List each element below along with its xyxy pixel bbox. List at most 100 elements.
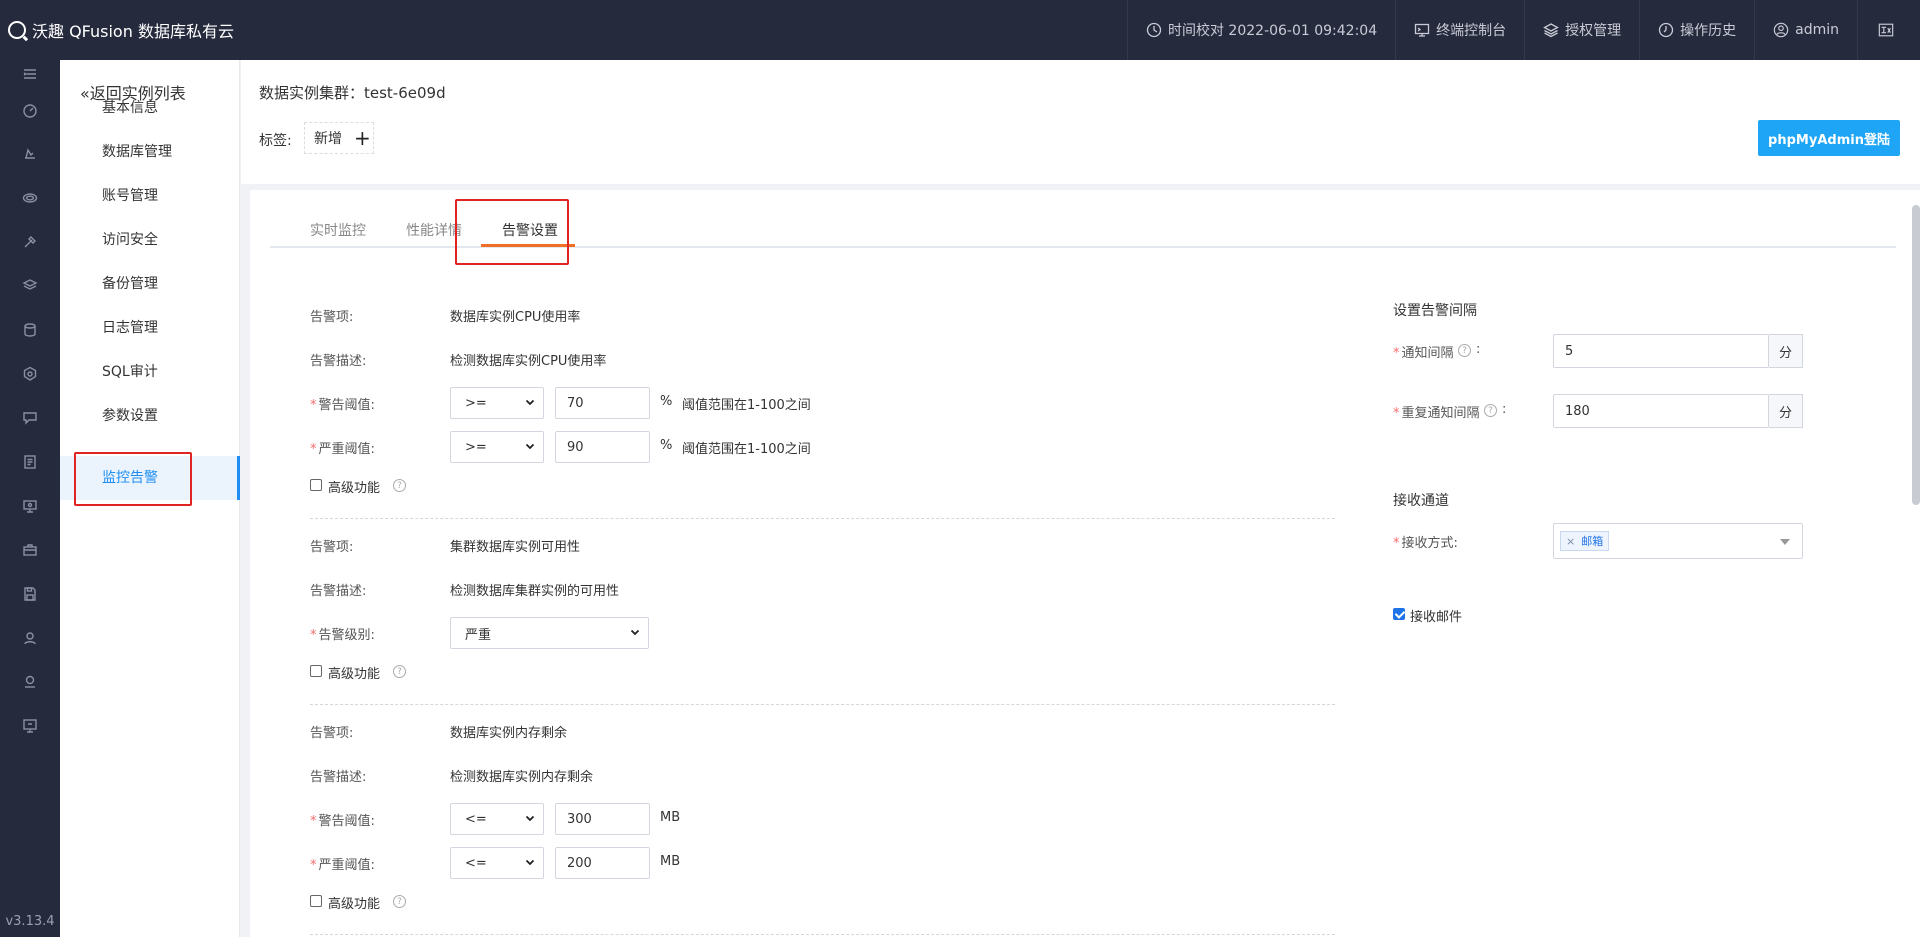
save-icon[interactable]	[0, 572, 60, 616]
crit-unit: MB	[660, 854, 681, 869]
highlight-box-monitor-alert	[74, 452, 192, 506]
notify-interval-unit: 分	[1769, 334, 1803, 368]
sidebar-item-access-security[interactable]: 访问安全	[60, 218, 240, 262]
operation-history-link[interactable]: 操作历史	[1639, 0, 1754, 60]
version-label: v3.13.4	[5, 914, 55, 929]
phpmyadmin-login-button[interactable]: phpMyAdmin登陆	[1758, 120, 1900, 156]
warn-threshold-input[interactable]: 70	[555, 387, 650, 419]
document-icon[interactable]	[0, 440, 60, 484]
alert-desc-value: 检测数据库实例CPU使用率	[450, 354, 607, 369]
notify-interval-input[interactable]: 5	[1553, 334, 1769, 368]
screen-icon[interactable]	[0, 704, 60, 748]
help-icon[interactable]: ?	[1458, 344, 1471, 357]
tab-realtime-monitor[interactable]: 实时监控	[310, 220, 366, 240]
sidebar-item-basic-info[interactable]: 基本信息	[60, 86, 240, 130]
crit-operator-select[interactable]: >=	[450, 431, 544, 463]
crit-operator-select[interactable]: <=	[450, 847, 544, 879]
repeat-interval-unit: 分	[1769, 394, 1803, 428]
alert-desc-label: 告警描述:	[310, 354, 367, 369]
add-tag-button[interactable]: 新增 +	[304, 122, 374, 154]
advanced-label: 高级功能	[328, 667, 381, 682]
chevron-down-icon	[525, 443, 535, 450]
sidebar-item-sql-audit[interactable]: SQL审计	[60, 350, 240, 394]
advanced-label: 高级功能	[328, 897, 381, 912]
help-icon[interactable]: ?	[393, 479, 406, 492]
alert-desc-value: 检测数据库实例内存剩余	[450, 770, 594, 785]
plus-icon: +	[354, 126, 371, 150]
users-icon[interactable]	[0, 616, 60, 660]
alert-item-value: 集群数据库实例可用性	[450, 540, 581, 555]
warn-threshold-input[interactable]: 300	[555, 803, 650, 835]
warn-threshold-label: * 警告阈值:	[310, 814, 375, 829]
advanced-checkbox[interactable]	[310, 895, 322, 907]
monitor-icon[interactable]	[0, 484, 60, 528]
tools-icon[interactable]	[0, 220, 60, 264]
language-icon	[1878, 22, 1894, 38]
warn-range-hint: 阈值范围在1-100之间	[682, 398, 811, 413]
warn-operator-select[interactable]: >=	[450, 387, 544, 419]
main-content: 实时监控 性能详情 告警设置 告警项: 数据库实例CPU使用率 告警描述: 检测…	[250, 190, 1920, 937]
menu-icon[interactable]	[0, 60, 60, 88]
help-icon[interactable]: ?	[393, 895, 406, 908]
license-management-link[interactable]: 授权管理	[1524, 0, 1639, 60]
briefcase-icon[interactable]	[0, 528, 60, 572]
alert-level-label: * 告警级别:	[310, 628, 375, 643]
crit-threshold-input[interactable]: 90	[555, 431, 650, 463]
app-title: 沃趣 QFusion 数据库私有云	[32, 22, 234, 41]
user-menu[interactable]: admin	[1754, 0, 1857, 60]
caret-down-icon	[1780, 539, 1790, 545]
alert-item-value: 数据库实例CPU使用率	[450, 310, 581, 325]
sidebar-item-log-management[interactable]: 日志管理	[60, 306, 240, 350]
database-icon[interactable]	[0, 176, 60, 220]
warn-unit: MB	[660, 810, 681, 825]
receive-email-label: 接收邮件	[1410, 610, 1463, 625]
instance-sidebar: «返回实例列表 基本信息 数据库管理 账号管理 访问安全 备份管理 日志管理 S…	[60, 60, 240, 937]
terminal-console-link[interactable]: 终端控制台	[1395, 0, 1524, 60]
alert-desc-value: 检测数据库集群实例的可用性	[450, 584, 620, 599]
storage-icon[interactable]	[0, 308, 60, 352]
receive-email-checkbox[interactable]	[1393, 608, 1405, 620]
crit-threshold-label: * 严重阈值:	[310, 442, 375, 457]
instance-header: 数据实例集群：test-6e09d 标签: 新增 + phpMyAdmin登陆	[241, 60, 1920, 184]
sidebar-item-database-management[interactable]: 数据库管理	[60, 130, 240, 174]
repeat-interval-label: * 重复通知间隔	[1393, 406, 1480, 421]
feedback-icon[interactable]	[0, 396, 60, 440]
security-icon[interactable]	[0, 352, 60, 396]
app-logo[interactable]: 沃趣 QFusion 数据库私有云	[0, 0, 234, 60]
crit-threshold-label: * 严重阈值:	[310, 858, 375, 873]
chevron-down-icon	[630, 629, 640, 636]
sidebar-item-parameter-settings[interactable]: 参数设置	[60, 394, 240, 438]
section-divider	[310, 934, 1335, 935]
account-icon[interactable]	[0, 660, 60, 704]
sidebar-item-account-management[interactable]: 账号管理	[60, 174, 240, 218]
warn-operator-select[interactable]: <=	[450, 803, 544, 835]
remove-chip-icon[interactable]: ×	[1566, 535, 1575, 548]
sidebar-item-backup-management[interactable]: 备份管理	[60, 262, 240, 306]
alert-item-value: 数据库实例内存剩余	[450, 726, 568, 741]
section-divider	[310, 704, 1335, 705]
alert-level-select[interactable]: 严重	[450, 617, 649, 649]
crit-range-hint: 阈值范围在1-100之间	[682, 442, 811, 457]
help-icon[interactable]: ?	[393, 665, 406, 678]
advanced-label: 高级功能	[328, 481, 381, 496]
help-icon[interactable]: ?	[1484, 404, 1497, 417]
alert-item-label: 告警项:	[310, 540, 354, 555]
advanced-checkbox[interactable]	[310, 665, 322, 677]
layers-icon[interactable]	[0, 264, 60, 308]
highlight-box-alert-tab	[455, 199, 569, 265]
repeat-interval-input[interactable]: 180	[1553, 394, 1769, 428]
cloud-icon[interactable]	[0, 132, 60, 176]
advanced-checkbox[interactable]	[310, 479, 322, 491]
scrollbar[interactable]	[1912, 205, 1920, 505]
user-icon	[1773, 22, 1789, 38]
notify-interval-colon: :	[1476, 342, 1481, 357]
crit-unit: %	[660, 438, 673, 453]
method-chip: × 邮箱	[1560, 531, 1610, 551]
top-bar: 沃趣 QFusion 数据库私有云 时间校对 2022-06-01 09:42:…	[0, 0, 1920, 60]
time-sync[interactable]: 时间校对 2022-06-01 09:42:04	[1126, 0, 1395, 60]
dashboard-icon[interactable]	[0, 88, 60, 132]
receive-method-select[interactable]: × 邮箱	[1553, 523, 1803, 559]
crit-threshold-input[interactable]: 200	[555, 847, 650, 879]
tab-performance-details[interactable]: 性能详情	[406, 220, 462, 240]
language-switch[interactable]	[1857, 0, 1920, 60]
